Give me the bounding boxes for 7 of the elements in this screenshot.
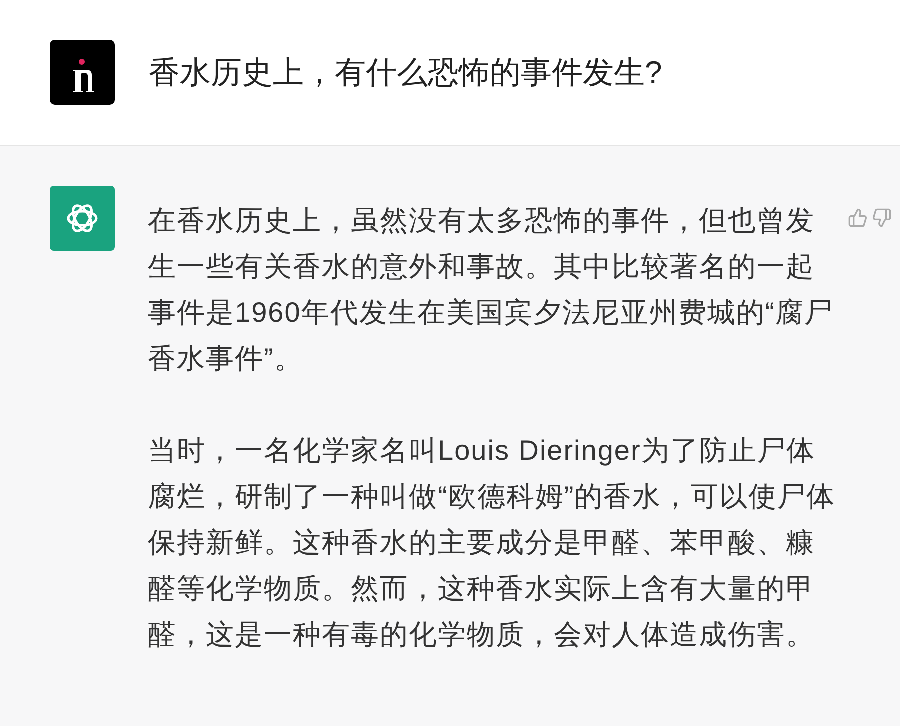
- answer-paragraph: 在香水历史上，虽然没有太多恐怖的事件，但也曾发生一些有关香水的意外和事故。其中比较著名的一起事件是1960年代发生在美国宾夕法尼亚州费城的“腐尸香水事件”。: [148, 204, 835, 376]
- question-text: 香水历史上，有什么恐怖的事件发生?: [149, 57, 662, 88]
- answer-paragraph: 当时，一名化学家名叫Louis Dieringer为了防止尸体腐烂，研制了一种叫做“欧德科姆”的香水，可以使尸体保持新鲜。这种香水的主要成分是甲醛、苯甲酸、糠醛等化学物质。然而，这种香水实际上含有大量的甲醛，这是一种有毒的化学物质，会对人体造成伤害。: [148, 434, 837, 652]
- thumbs-up-icon[interactable]: [848, 208, 868, 228]
- assistant-avatar-icon: [50, 186, 115, 251]
- user-avatar-icon: [50, 40, 115, 105]
- thumbs-down-icon[interactable]: [872, 208, 892, 228]
